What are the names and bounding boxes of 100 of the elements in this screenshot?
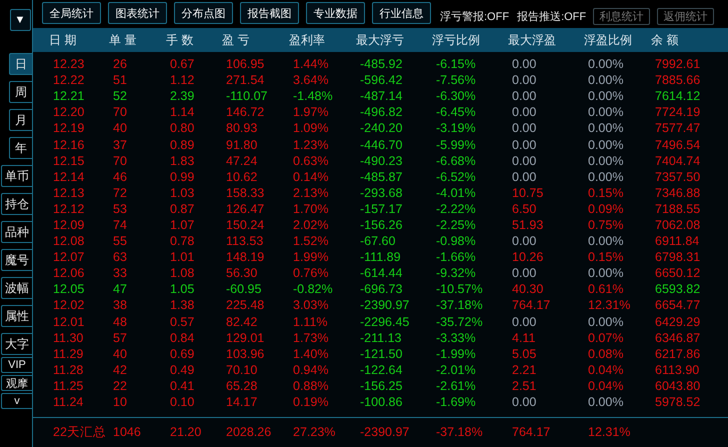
column-header[interactable]: 最大浮盈 xyxy=(504,32,556,48)
table-cell: 0.15% xyxy=(588,186,624,200)
table-cell: 14.17 xyxy=(226,395,258,410)
sidebar-button[interactable]: v xyxy=(1,393,32,409)
table-cell: 7724.19 xyxy=(655,105,700,120)
table-cell: 225.48 xyxy=(226,298,264,312)
column-header[interactable]: 单 量 xyxy=(105,32,136,48)
table-cell: -240.20 xyxy=(360,121,402,136)
table-cell: 47.24 xyxy=(226,154,258,168)
sidebar-button[interactable]: 日 xyxy=(9,53,32,75)
table-cell: 1.97% xyxy=(293,105,328,120)
sidebar-button[interactable]: VIP xyxy=(1,357,32,373)
table-cell: 1.12 xyxy=(170,73,194,88)
sidebar-button[interactable]: 品种 xyxy=(1,221,32,243)
table-cell: 0.67 xyxy=(170,57,194,72)
sidebar-button[interactable]: 观摩 xyxy=(1,375,32,391)
table-cell: 12.14 xyxy=(53,170,84,184)
table-cell: 1.44% xyxy=(293,57,328,72)
table-cell: -9.32% xyxy=(436,266,476,280)
table-cell: 0.00 xyxy=(512,314,536,329)
table-cell: 7062.08 xyxy=(655,218,700,232)
sidebar-button[interactable]: 单币 xyxy=(1,165,32,187)
dropdown-button[interactable]: ▼ xyxy=(10,9,30,31)
table-cell: 7496.54 xyxy=(655,138,700,152)
column-header[interactable]: 浮亏比例 xyxy=(428,32,480,48)
table-cell: 80.93 xyxy=(226,121,258,136)
sidebar-button[interactable]: 周 xyxy=(9,81,32,103)
table-cell: 0.87 xyxy=(170,202,194,216)
table-cell: 0.00 xyxy=(512,266,536,280)
table-cell: -2.01% xyxy=(436,362,476,377)
table-cell: 0.00 xyxy=(512,89,536,104)
table-cell: -3.33% xyxy=(436,330,476,345)
table-cell: 148.19 xyxy=(226,250,264,264)
table-cell: 1.23% xyxy=(293,138,328,152)
table-cell: 1.05 xyxy=(170,282,194,296)
table-cell: 6798.31 xyxy=(655,250,700,264)
sidebar-button[interactable]: 波幅 xyxy=(1,277,32,299)
table-cell: 0.80 xyxy=(170,121,194,136)
toolbar-button[interactable]: 专业数据 xyxy=(306,2,365,24)
column-header[interactable]: 日 期 xyxy=(45,32,76,48)
table-cell: -122.64 xyxy=(360,362,402,377)
total-cell: 22天汇总 xyxy=(53,424,106,440)
column-header[interactable]: 盈利率 xyxy=(285,32,325,48)
table-cell: -596.42 xyxy=(360,73,402,88)
table-cell: 0.69 xyxy=(170,346,194,361)
sidebar-button[interactable]: 属性 xyxy=(1,305,32,327)
table-cell: 0.00% xyxy=(588,395,624,410)
table-cell: 1.09% xyxy=(293,121,328,136)
sidebar-button[interactable]: 月 xyxy=(9,109,32,131)
column-header[interactable]: 手 数 xyxy=(162,32,194,48)
table-cell: 40.30 xyxy=(512,282,544,296)
toolbar-button[interactable]: 分布点图 xyxy=(174,2,233,24)
table-cell: 0.10 xyxy=(170,395,194,410)
table-cell: 0.76% xyxy=(293,266,328,280)
table-cell: 56.30 xyxy=(226,266,258,280)
column-header[interactable]: 浮盈比例 xyxy=(580,32,632,48)
table-cell: -1.99% xyxy=(436,346,476,361)
table-cell: 113.53 xyxy=(226,234,264,248)
table-cell: 12.01 xyxy=(53,314,84,329)
toolbar-button[interactable]: 行业信息 xyxy=(372,2,431,24)
table-cell: 12.21 xyxy=(53,89,84,104)
toolbar-button[interactable]: 图表统计 xyxy=(108,2,167,24)
table-cell: 6650.12 xyxy=(655,266,700,280)
column-header[interactable]: 余 额 xyxy=(647,32,678,48)
table-cell: 0.00% xyxy=(588,105,624,120)
table-cell: 70 xyxy=(113,154,127,168)
table-cell: 150.24 xyxy=(226,218,264,232)
table-cell: 12.31% xyxy=(588,298,630,312)
table-cell: 0.00 xyxy=(512,234,536,248)
table-cell: 0.84 xyxy=(170,330,194,345)
table-cell: 0.89 xyxy=(170,138,194,152)
table-cell: 0.00% xyxy=(588,57,624,72)
table-cell: -1.48% xyxy=(293,89,333,104)
sidebar-button[interactable]: 年 xyxy=(9,137,32,159)
total-cell: 2028.26 xyxy=(226,425,272,439)
table-cell: 764.17 xyxy=(512,298,550,312)
table-cell: -35.72% xyxy=(436,314,483,329)
table-cell: 3.64% xyxy=(293,73,328,88)
column-header[interactable]: 最大浮亏 xyxy=(352,32,404,48)
table-cell: 0.00% xyxy=(588,138,624,152)
table-cell: -111.89 xyxy=(360,250,401,264)
table-cell: 6346.87 xyxy=(655,330,700,345)
table-cell: 0.41 xyxy=(170,378,194,393)
sidebar-button[interactable]: 魔号 xyxy=(1,249,32,271)
column-header[interactable]: 盈 亏 xyxy=(218,32,250,48)
sidebar-button[interactable]: 持仓 xyxy=(1,193,32,215)
table-cell: 52 xyxy=(113,89,127,104)
table-cell: 10 xyxy=(113,395,127,410)
toolbar-button[interactable]: 全局统计 xyxy=(42,2,101,24)
sidebar-button[interactable]: 大字 xyxy=(1,333,32,355)
table-cell: 12.15 xyxy=(53,154,84,168)
table-cell: -10.57% xyxy=(436,282,483,296)
table-cell: 0.57 xyxy=(170,314,194,329)
table-cell: 12.22 xyxy=(53,73,84,88)
toolbar-button[interactable]: 报告截图 xyxy=(240,2,299,24)
total-cell: 764.17 xyxy=(512,425,550,439)
table-cell: -2296.45 xyxy=(360,314,410,329)
toggle-label[interactable]: 报告推送:OFF xyxy=(517,9,586,24)
table-cell: 0.00% xyxy=(588,89,624,104)
toggle-label[interactable]: 浮亏警报:OFF xyxy=(440,9,510,24)
